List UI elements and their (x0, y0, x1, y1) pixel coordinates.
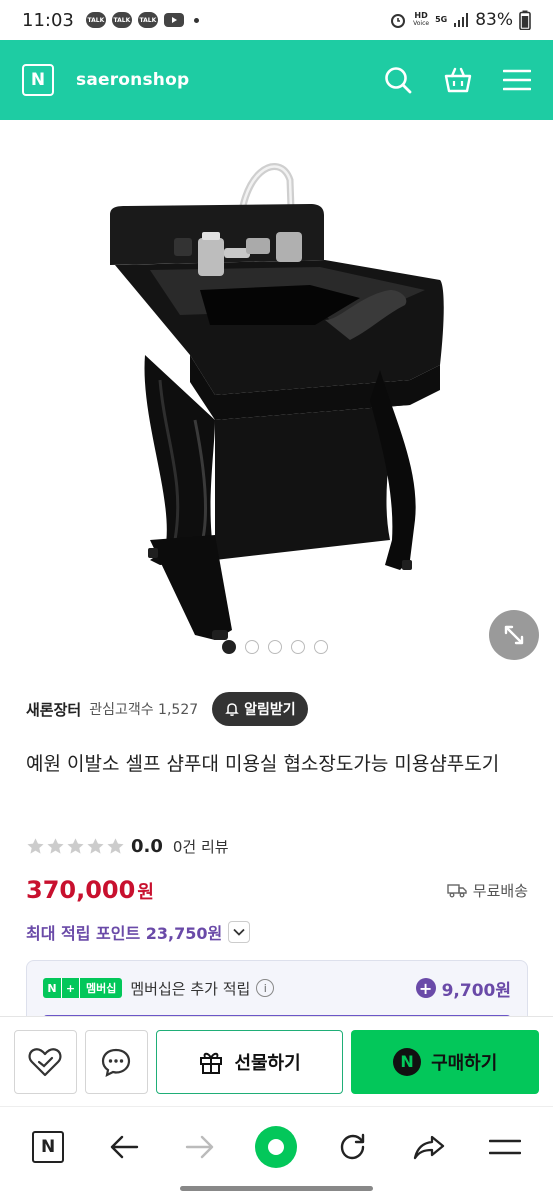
alarm-clock-icon (391, 14, 406, 28)
star-icon (47, 837, 64, 854)
points-row: 최대 적립 포인트 23,750원 (26, 918, 251, 946)
gift-button[interactable]: 선물하기 (155, 1029, 344, 1094)
status-time: 11:03 (22, 9, 74, 31)
gift-box-icon (200, 1052, 223, 1074)
kakaotalk-notification-icon: TALK (111, 12, 132, 28)
home-indicator[interactable] (180, 1186, 373, 1191)
star-icon (107, 837, 124, 854)
purchase-action-bar: 선물하기 N 구매하기 (0, 1016, 553, 1106)
hamburger-menu-icon[interactable] (503, 68, 531, 92)
alarm-label: 알림받기 (244, 702, 296, 718)
talk-inquiry-button[interactable] (84, 1029, 148, 1094)
pager-dot-3[interactable] (268, 640, 282, 654)
kakaotalk-notification-icon: TALK (85, 12, 106, 28)
shipping-info: 무료배송 (447, 880, 528, 901)
star-icon (87, 837, 104, 854)
kakaotalk-notification-icon: TALK (137, 12, 158, 28)
bell-plus-icon (225, 703, 239, 716)
share-arrow-icon (413, 1135, 444, 1159)
chevron-down-icon (233, 928, 245, 936)
reload-icon (340, 1133, 364, 1159)
chat-bubble-icon (102, 1048, 131, 1077)
star-icon (27, 837, 44, 854)
forward-button[interactable] (174, 1121, 226, 1173)
search-icon[interactable] (383, 65, 413, 95)
buy-label: 구매하기 (431, 1052, 498, 1074)
seller-row: 새론장터 관심고객수 1,527 알림받기 (26, 692, 308, 726)
expand-arrows-icon (504, 625, 524, 645)
wishlist-button[interactable] (14, 1029, 77, 1094)
fans-count: 관심고객수 1,527 (89, 702, 199, 718)
heart-check-icon (28, 1047, 62, 1076)
shop-name[interactable]: saeronshop (76, 70, 189, 90)
hamburger-menu-icon (488, 1139, 521, 1154)
pager-dot-4[interactable] (291, 640, 305, 654)
rating-row: 0.0 0건 리뷰 (26, 834, 229, 858)
gift-label: 선물하기 (234, 1052, 301, 1074)
arrow-right-icon (186, 1135, 214, 1158)
network-5g-indicator: 5G (435, 15, 448, 24)
shipping-label: 무료배송 (472, 881, 528, 900)
back-button[interactable] (98, 1121, 150, 1173)
rating-stars (26, 837, 125, 856)
expand-image-button[interactable] (489, 610, 539, 660)
points-expand-button[interactable] (228, 921, 251, 943)
pager-dot-2[interactable] (245, 640, 259, 654)
youtube-notification-icon (163, 13, 184, 27)
battery-icon (519, 10, 531, 30)
more-notifications-dot (193, 17, 199, 23)
green-dot-icon (255, 1125, 298, 1168)
battery-percent: 83% (475, 10, 513, 30)
delivery-truck-icon (447, 884, 467, 898)
max-points: 최대 적립 포인트 23,750원 (26, 924, 223, 943)
naver-plus-badge: N + 멤버십 (43, 978, 123, 998)
signal-icon (454, 13, 469, 27)
product-title: 예원 이발소 셀프 샴푸대 미용실 협소장도가능 미용샴푸도기 (26, 753, 500, 775)
membership-box[interactable]: N + 멤버십 멤버십은 추가 적립 i + 9,700원 (26, 960, 528, 1024)
reload-button[interactable] (327, 1121, 379, 1173)
naver-home-button[interactable]: N (22, 1121, 74, 1173)
subscribe-alarm-button[interactable]: 알림받기 (212, 692, 308, 726)
pager-dot-5[interactable] (314, 640, 328, 654)
arrow-left-icon (111, 1135, 139, 1158)
product-image[interactable] (0, 120, 553, 660)
green-dot-button[interactable] (250, 1121, 302, 1173)
product-price: 370,000 (26, 876, 136, 904)
naver-n-icon: N (32, 1130, 65, 1163)
shopping-basket-icon[interactable] (443, 65, 473, 95)
share-button[interactable] (403, 1121, 455, 1173)
price-row: 370,000 원 무료배송 (26, 876, 528, 904)
plus-circle-icon: + (415, 978, 436, 998)
info-icon[interactable]: i (256, 979, 275, 997)
image-pager (222, 640, 328, 654)
status-bar: 11:03 TALK TALK TALK HD Voice 5G 83% (0, 0, 553, 40)
price-currency: 원 (137, 882, 154, 903)
pager-dot-1[interactable] (222, 640, 236, 654)
seller-name[interactable]: 새론장터 (26, 699, 81, 720)
review-count-link[interactable]: 0건 리뷰 (173, 836, 229, 857)
membership-points: 9,700원 (441, 980, 511, 1001)
naver-logo-icon[interactable]: N (22, 64, 54, 96)
star-icon (67, 837, 84, 854)
rating-score: 0.0 (131, 835, 163, 857)
menu-button[interactable] (479, 1121, 531, 1173)
app-header: N saeronshop (0, 40, 553, 120)
buy-button[interactable]: N 구매하기 (351, 1029, 539, 1094)
hd-voice-indicator: HD Voice (413, 11, 430, 28)
naver-pay-icon: N (393, 1047, 422, 1076)
membership-text: 멤버십은 추가 적립 (130, 979, 251, 998)
